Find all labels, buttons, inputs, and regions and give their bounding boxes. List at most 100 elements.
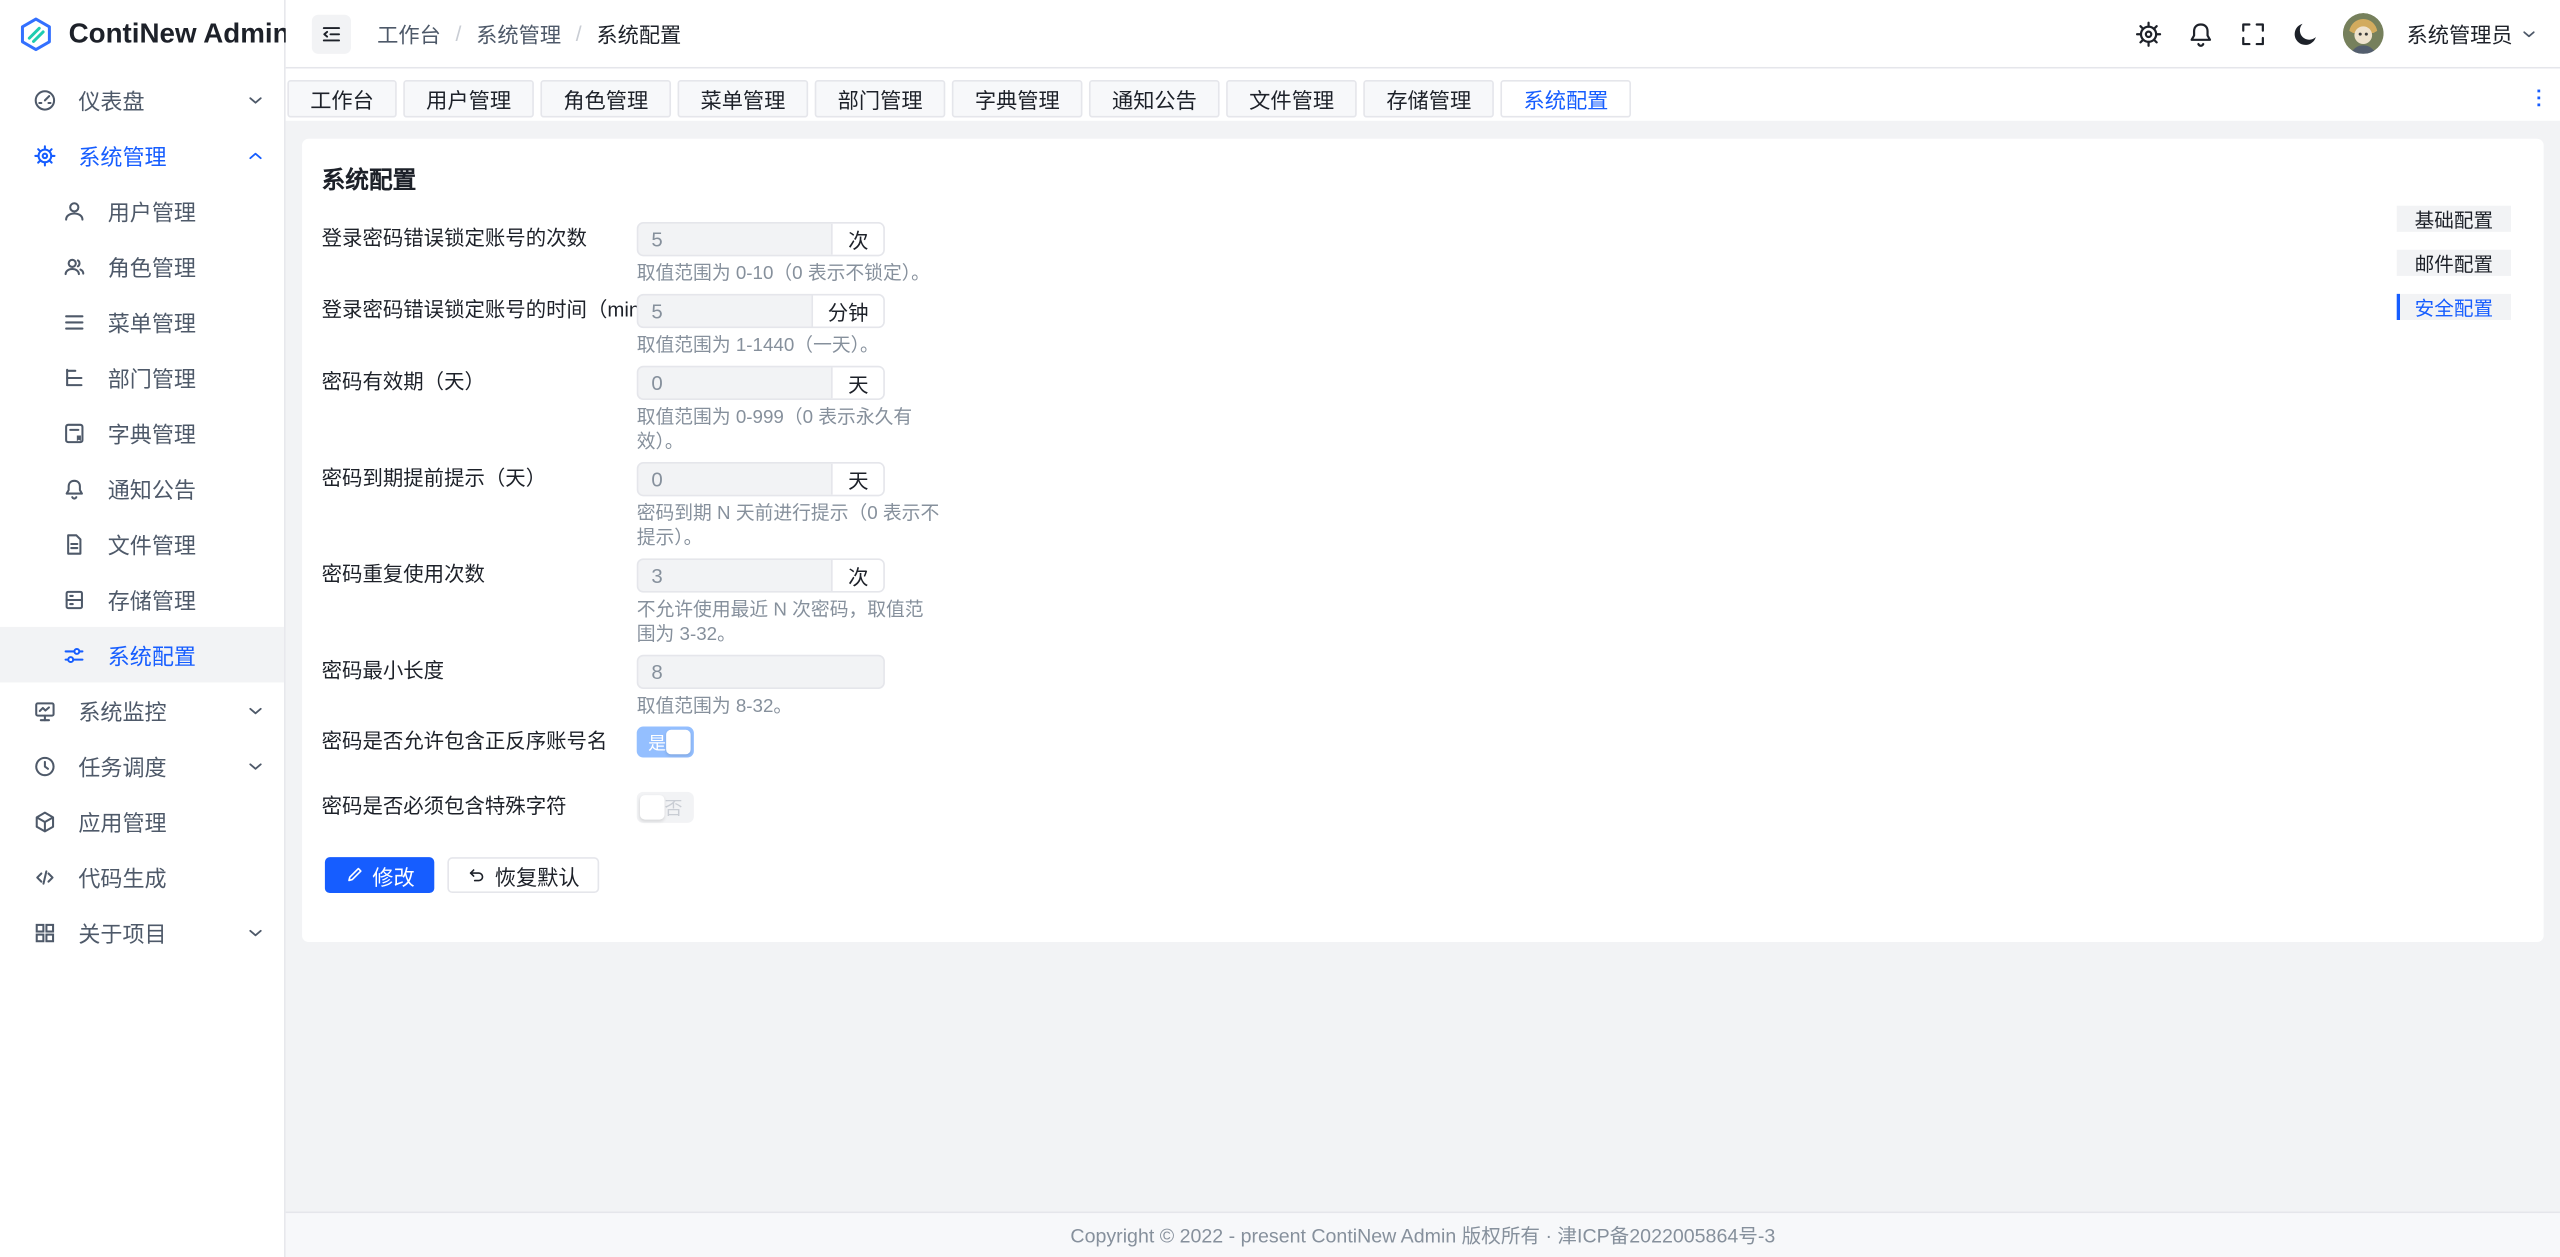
sidebar-item-user-management[interactable]: 用户管理 <box>0 183 284 239</box>
tab-user-management[interactable]: 用户管理 <box>403 79 534 117</box>
field-label: 密码重复使用次数 <box>322 558 637 654</box>
sidebar-item-menu-management[interactable]: 菜单管理 <box>0 294 284 350</box>
sidebar-item-department-management[interactable]: 部门管理 <box>0 349 284 405</box>
sidebar-item-dashboard[interactable]: 仪表盘 <box>0 72 284 128</box>
avatar[interactable] <box>2343 13 2384 54</box>
sidebar-item-system-config[interactable]: 系统配置 <box>0 627 284 683</box>
save-button[interactable]: 修改 <box>325 857 434 893</box>
sidebar-item-label: 系统配置 <box>108 638 196 671</box>
monitor-icon <box>33 698 57 722</box>
sidebar-item-label: 系统管理 <box>78 139 166 172</box>
require-special-char-switch[interactable]: 否 <box>637 792 694 823</box>
sidebar-item-label: 系统监控 <box>78 694 166 727</box>
sidebar-item-task-scheduler[interactable]: 任务调度 <box>0 738 284 794</box>
system-config-card: 系统配置 登录密码错误锁定账号的次数 5 次 取值范围为 0-10（0 表示不锁… <box>302 139 2544 942</box>
app-title: ContiNew Admin <box>69 18 290 51</box>
sidebar-menu: 仪表盘 系统管理 用户管理 <box>0 69 284 960</box>
form-actions: 修改 恢复默认 <box>325 857 2511 893</box>
expiry-warning-input[interactable]: 0 天 <box>637 462 885 496</box>
field-hint: 取值范围为 0-10（0 表示不锁定）。 <box>637 263 941 287</box>
sidebar-item-label: 用户管理 <box>108 194 196 227</box>
settings-button[interactable] <box>2134 19 2163 48</box>
dark-mode-button[interactable] <box>2291 19 2320 48</box>
sidebar-item-storage-management[interactable]: 存储管理 <box>0 571 284 627</box>
chevron-down-icon <box>247 91 265 109</box>
field-hint: 取值范围为 0-999（0 表示永久有效）。 <box>637 407 941 456</box>
copyright-text: Copyright © 2022 - present ContiNew Admi… <box>1070 1221 1775 1249</box>
user-group-icon <box>62 254 86 278</box>
min-length-input[interactable]: 8 <box>637 655 885 689</box>
tab-notice[interactable]: 通知公告 <box>1089 79 1220 117</box>
anchor-basic-config[interactable]: 基础配置 <box>2397 206 2511 232</box>
moon-icon <box>2291 19 2320 48</box>
sidebar-item-app-management[interactable]: 应用管理 <box>0 793 284 849</box>
field-label: 登录密码错误锁定账号的次数 <box>322 222 637 294</box>
form-row-lock-count: 登录密码错误锁定账号的次数 5 次 取值范围为 0-10（0 表示不锁定）。 <box>322 222 2511 294</box>
fullscreen-button[interactable] <box>2238 19 2267 48</box>
tab-department-management[interactable]: 部门管理 <box>815 79 946 117</box>
code-icon <box>33 864 57 888</box>
tab-dict-management[interactable]: 字典管理 <box>952 79 1083 117</box>
notifications-button[interactable] <box>2186 19 2215 48</box>
sidebar: ContiNew Admin 仪表盘 系统管理 <box>0 0 286 1257</box>
gear-icon <box>2134 19 2163 48</box>
field-label: 密码是否允许包含正反序账号名 <box>322 727 637 758</box>
dashboard-icon <box>33 87 57 111</box>
switch-knob <box>666 730 690 754</box>
tab-storage-management[interactable]: 存储管理 <box>1363 79 1494 117</box>
breadcrumb: 工作台 / 系统管理 / 系统配置 <box>377 18 681 49</box>
tab-menu-management[interactable]: 菜单管理 <box>678 79 809 117</box>
sidebar-item-code-generator[interactable]: 代码生成 <box>0 849 284 905</box>
sidebar-item-label: 部门管理 <box>108 361 196 394</box>
lock-count-input[interactable]: 5 次 <box>637 222 885 256</box>
field-hint: 不允许使用最近 N 次密码，取值范围为 3-32。 <box>637 599 941 648</box>
sidebar-item-about-project[interactable]: 关于项目 <box>0 904 284 960</box>
menu-fold-icon <box>320 22 343 45</box>
tab-file-management[interactable]: 文件管理 <box>1226 79 1357 117</box>
breadcrumb-item[interactable]: 系统管理 <box>476 18 561 49</box>
password-expiry-input[interactable]: 0 天 <box>637 366 885 400</box>
user-menu[interactable]: 系统管理员 <box>2407 18 2538 49</box>
tab-workbench[interactable]: 工作台 <box>287 79 396 117</box>
lock-time-input[interactable]: 5 分钟 <box>637 294 885 328</box>
form-row-lock-time: 登录密码错误锁定账号的时间（min） 5 分钟 取值范围为 1-1440（一天）… <box>322 294 2511 366</box>
chevron-down-icon <box>247 757 265 775</box>
chevron-down-icon <box>2521 25 2537 41</box>
form-row-min-length: 密码最小长度 8 取值范围为 8-32。 <box>322 655 2511 727</box>
unit-suffix: 天 <box>832 464 883 495</box>
tab-system-config[interactable]: 系统配置 <box>1501 79 1632 117</box>
sidebar-item-role-management[interactable]: 角色管理 <box>0 238 284 294</box>
sidebar-item-notice[interactable]: 通知公告 <box>0 460 284 516</box>
form-row-password-expiry: 密码有效期（天） 0 天 取值范围为 0-999（0 表示永久有效）。 <box>322 366 2511 462</box>
header-actions: 系统管理员 <box>2134 13 2537 54</box>
sidebar-item-system-management[interactable]: 系统管理 <box>0 127 284 183</box>
sidebar-item-dict-management[interactable]: 字典管理 <box>0 405 284 461</box>
sidebar-item-label: 代码生成 <box>78 860 166 893</box>
form-row-allow-account-name: 密码是否允许包含正反序账号名 是 <box>322 727 2511 758</box>
unit-suffix: 次 <box>832 224 883 255</box>
top-header: 工作台 / 系统管理 / 系统配置 <box>286 0 2560 69</box>
anchor-security-config[interactable]: 安全配置 <box>2397 294 2511 320</box>
tab-role-management[interactable]: 角色管理 <box>540 79 671 117</box>
config-anchor-menu: 基础配置 邮件配置 安全配置 <box>2397 206 2511 338</box>
allow-account-name-switch[interactable]: 是 <box>637 727 694 758</box>
field-hint: 密码到期 N 天前进行提示（0 表示不提示）。 <box>637 503 941 552</box>
chevron-down-icon <box>247 923 265 941</box>
clock-icon <box>33 753 57 777</box>
password-reuse-input[interactable]: 3 次 <box>637 558 885 592</box>
content-area: 系统配置 登录密码错误锁定账号的次数 5 次 取值范围为 0-10（0 表示不锁… <box>286 121 2560 1212</box>
grid-icon <box>33 920 57 944</box>
app-logo[interactable]: ContiNew Admin <box>0 0 284 69</box>
sidebar-item-file-management[interactable]: 文件管理 <box>0 516 284 572</box>
field-label: 密码到期提前提示（天） <box>322 462 637 558</box>
breadcrumb-item[interactable]: 工作台 <box>377 18 441 49</box>
field-label: 密码有效期（天） <box>322 366 637 462</box>
collapse-sidebar-button[interactable] <box>312 14 351 53</box>
sidebar-item-system-monitor[interactable]: 系统监控 <box>0 682 284 738</box>
fullscreen-icon <box>2238 19 2267 48</box>
anchor-mail-config[interactable]: 邮件配置 <box>2397 250 2511 276</box>
restore-default-button[interactable]: 恢复默认 <box>447 857 599 893</box>
tab-more-button[interactable] <box>2527 87 2550 110</box>
bell-icon <box>62 476 86 500</box>
menu-lines-icon <box>62 309 86 333</box>
